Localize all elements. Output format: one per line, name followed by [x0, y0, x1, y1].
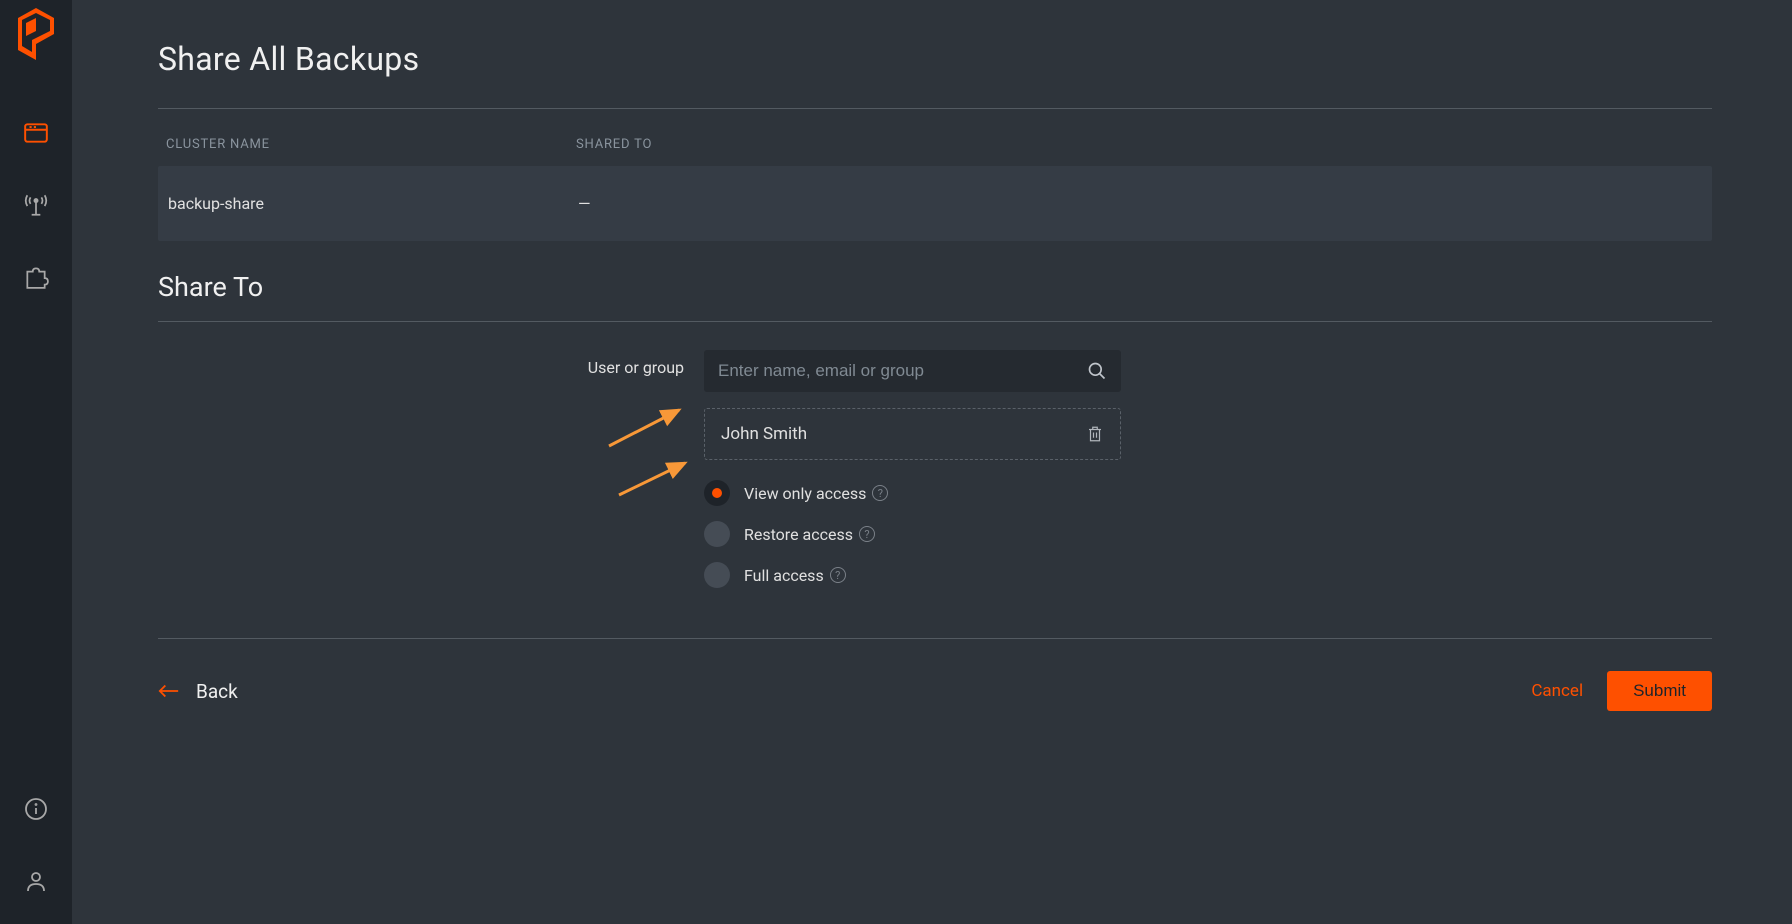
- cell-cluster-name: backup-share: [168, 194, 578, 213]
- radio-label: Restore access: [744, 525, 853, 544]
- user-or-group-label: User or group: [558, 350, 684, 603]
- help-icon[interactable]: ?: [830, 567, 846, 583]
- table-row: backup-share —: [158, 166, 1712, 241]
- portworx-logo[interactable]: [18, 8, 54, 60]
- table-header: CLUSTER NAME SHARED TO: [158, 129, 1712, 166]
- col-header-cluster: CLUSTER NAME: [166, 137, 576, 152]
- sidebar: [0, 0, 72, 924]
- radio-restore[interactable]: Restore access ?: [704, 521, 1121, 547]
- back-button[interactable]: Back: [158, 680, 238, 703]
- share-to-title: Share To: [158, 271, 1712, 303]
- radio-full[interactable]: Full access ?: [704, 562, 1121, 588]
- search-wrapper: [704, 350, 1121, 392]
- submit-button[interactable]: Submit: [1607, 671, 1712, 711]
- divider: [158, 321, 1712, 322]
- antenna-icon[interactable]: [23, 192, 49, 218]
- puzzle-icon[interactable]: [23, 264, 49, 290]
- user-icon[interactable]: [23, 868, 49, 894]
- back-label: Back: [196, 680, 238, 703]
- cluster-table: CLUSTER NAME SHARED TO backup-share —: [158, 129, 1712, 241]
- radio-label: View only access: [744, 484, 866, 503]
- share-form: User or group John Smith: [158, 350, 1712, 603]
- main-content: Share All Backups CLUSTER NAME SHARED TO…: [72, 0, 1792, 924]
- trash-icon[interactable]: [1086, 424, 1104, 444]
- selected-user-chip: John Smith: [704, 408, 1121, 460]
- radio-button[interactable]: [704, 521, 730, 547]
- radio-button[interactable]: [704, 562, 730, 588]
- radio-label: Full access: [744, 566, 824, 585]
- divider: [158, 108, 1712, 109]
- divider: [158, 638, 1712, 639]
- access-radio-group: View only access ? Restore access ? Full…: [704, 480, 1121, 588]
- info-icon[interactable]: [23, 796, 49, 822]
- page-title: Share All Backups: [158, 40, 1712, 78]
- cell-shared-to: —: [578, 194, 591, 213]
- footer: Back Cancel Submit: [158, 671, 1712, 711]
- selected-user-name: John Smith: [721, 424, 807, 444]
- back-arrow-icon: [158, 683, 180, 699]
- dashboard-icon[interactable]: [23, 120, 49, 146]
- radio-view-only[interactable]: View only access ?: [704, 480, 1121, 506]
- cancel-link[interactable]: Cancel: [1531, 681, 1583, 701]
- help-icon[interactable]: ?: [859, 526, 875, 542]
- help-icon[interactable]: ?: [872, 485, 888, 501]
- col-header-shared: SHARED TO: [576, 137, 652, 152]
- user-search-input[interactable]: [718, 361, 1087, 381]
- search-icon[interactable]: [1087, 361, 1107, 381]
- radio-button[interactable]: [704, 480, 730, 506]
